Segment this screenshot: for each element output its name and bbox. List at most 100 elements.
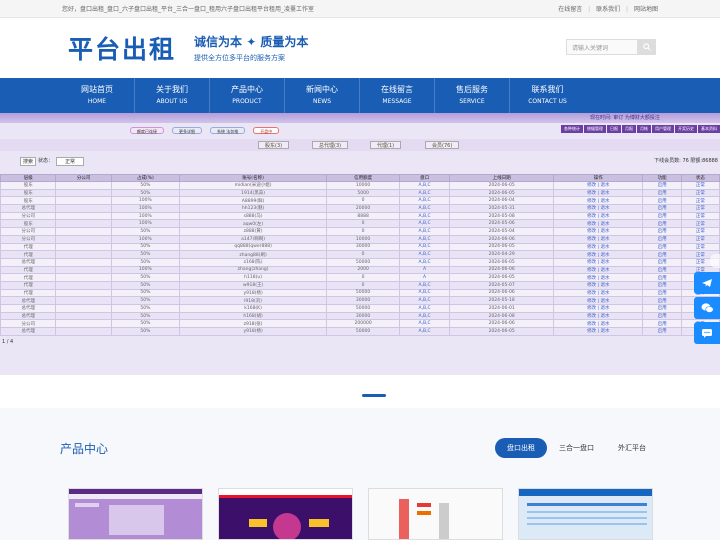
telegram-icon [702,279,712,287]
table-cell[interactable]: 修改 | 退水 [553,288,644,298]
table-cell[interactable]: 修改 | 退水 [553,219,644,229]
table-cell[interactable]: 启用 [642,188,682,198]
table-cell: 2024-06-06 [449,288,555,298]
table-cell: 200000 [326,319,400,329]
welcome-text: 您好，盘口出租_盘口_六子盘口出租_平台_三合一盘口_租用六子盘口出租平台租用_… [62,6,315,13]
table-cell [55,188,112,198]
table-cell: 0 [326,280,400,290]
message-button[interactable] [694,322,720,344]
nav-contact[interactable]: 联系我们 CONTACT US [510,78,585,114]
table-cell: 50000 [326,257,400,267]
nav-service[interactable]: 售后服务 SERVICE [435,78,510,114]
wechat-button[interactable] [694,297,720,319]
table-cell: 30000 [326,296,400,305]
table-cell[interactable]: 启用 [642,304,682,313]
table-cell: 2024-06-08 [449,311,555,321]
table-cell: 0 [326,219,400,229]
product-tab-platform-rental[interactable]: 盘口出租 [495,438,547,458]
product-thumb[interactable] [218,488,353,540]
table-cell[interactable]: 修改 | 退水 [553,204,644,213]
carousel-indicator[interactable] [362,394,386,397]
table-cell[interactable]: 启用 [642,211,682,221]
table-header: 上线日期 [449,174,555,182]
table-cell: A,B,C [398,242,451,252]
table-cell[interactable]: 修改 | 退水 [553,265,644,275]
nav-home[interactable]: 网站首页 HOME [60,78,135,114]
nav-message[interactable]: 在线留言 MESSAGE [360,78,435,114]
product-tab-three-in-one[interactable]: 三合一盘口 [547,438,606,458]
table-cell[interactable]: 启用 [642,311,682,321]
table-row: 股东 100% aqw0(左) 0 A,B,C 2024-05-06 修改 | 退水 启用 正常 [0,219,720,229]
banner-state-label: 状态： [38,158,54,164]
banner-tab: 各种统计 [561,125,583,133]
table-cell[interactable]: 修改 | 退水 [553,327,644,336]
table-cell[interactable]: 启用 [642,288,682,298]
nav-news[interactable]: 新闻中心 NEWS [285,78,360,114]
table-cell[interactable]: 启用 [642,280,682,290]
product-thumb[interactable] [518,488,653,540]
table-cell[interactable]: 启用 [642,257,682,267]
table-cell[interactable]: 启用 [642,196,682,206]
table-cell[interactable]: 修改 | 退水 [553,242,644,252]
search-icon [643,43,651,51]
product-thumb[interactable] [368,488,503,540]
table-row: 代理 100% zhang(zhang) 2000 A 2024-06-06 修改 | 退水… [0,265,720,275]
nav-product[interactable]: 产品中心 PRODUCT [210,78,285,114]
table-header: 层级 [0,174,57,182]
table-cell[interactable]: 修改 | 退水 [553,227,644,236]
product-tab-forex[interactable]: 外汇平台 [606,438,658,458]
table-cell[interactable]: 启用 [642,250,682,259]
table-cell[interactable]: 启用 [642,319,682,329]
table-cell[interactable]: 启用 [642,296,682,305]
table-cell[interactable]: 启用 [642,219,682,229]
table-cell[interactable]: 修改 | 退水 [553,296,644,305]
table-row: 总代理 100% hh123(魅) 20000 A,B,C 2024-05-31 修改 | … [0,204,720,213]
table-cell[interactable]: 启用 [642,181,682,190]
table-cell: 2024-04-29 [449,250,555,259]
table-cell[interactable]: 启用 [642,273,682,282]
table-cell[interactable]: 启用 [642,242,682,252]
table-cell[interactable]: 修改 | 退水 [553,196,644,206]
filter-shareholder: 股东(3) [258,141,290,149]
table-cell[interactable]: 修改 | 退水 [553,234,644,244]
table-cell[interactable]: 启用 [642,227,682,236]
nav-about[interactable]: 关于我们 ABOUT US [135,78,210,114]
table-cell: A,B,C [398,311,451,321]
table-cell: zhang(zhang) [178,265,328,275]
pill-3: 系统 法务推 [210,126,246,134]
table-cell[interactable]: 修改 | 退水 [553,257,644,267]
table-cell[interactable]: 修改 | 退水 [553,188,644,198]
table-cell[interactable]: 修改 | 退水 [553,280,644,290]
side-arrow[interactable] [710,254,720,268]
table-row: 代理 50% y918(杨) 50000 A,B,C 2024-06-06 修改 | 退水启… [0,288,720,298]
table-cell[interactable]: 修改 | 退水 [553,311,644,321]
table-cell[interactable]: 启用 [642,234,682,244]
table-cell: A,B,C [398,257,451,267]
top-link-message[interactable]: 在线留言 [558,6,582,13]
table-cell[interactable]: 修改 | 退水 [553,273,644,282]
table-cell[interactable]: 修改 | 退水 [553,250,644,259]
table-cell[interactable]: 修改 | 退水 [553,211,644,221]
table-cell[interactable]: 修改 | 退水 [553,181,644,190]
table-cell[interactable]: 修改 | 退水 [553,304,644,313]
search-button[interactable] [638,39,656,55]
table-cell: 正常 [680,196,720,206]
table-cell: 2024-06-06 [449,319,555,329]
table-cell[interactable]: 启用 [642,204,682,213]
product-thumb[interactable] [68,488,203,540]
table-cell: 2024-05-06 [449,219,555,229]
telegram-button[interactable] [694,272,720,294]
product-section-title: 产品中心 [60,442,109,456]
table-cell[interactable]: 修改 | 退水 [553,319,644,329]
banner-tab: 月报 [622,125,636,133]
table-cell[interactable]: 启用 [642,327,682,336]
table-cell: 50% [110,181,180,190]
search-input[interactable]: 请输入关键词 [566,39,638,55]
top-link-sitemap[interactable]: 网站地图 [634,6,658,13]
table-cell: A,B,C [398,234,451,244]
pill-4: 开盘中 [253,126,280,134]
site-logo[interactable]: 平台出租 [68,30,176,66]
top-link-contact[interactable]: 联系我们 [596,6,620,13]
table-cell[interactable]: 启用 [642,265,682,275]
table-cell: 2024-05-07 [449,280,555,290]
